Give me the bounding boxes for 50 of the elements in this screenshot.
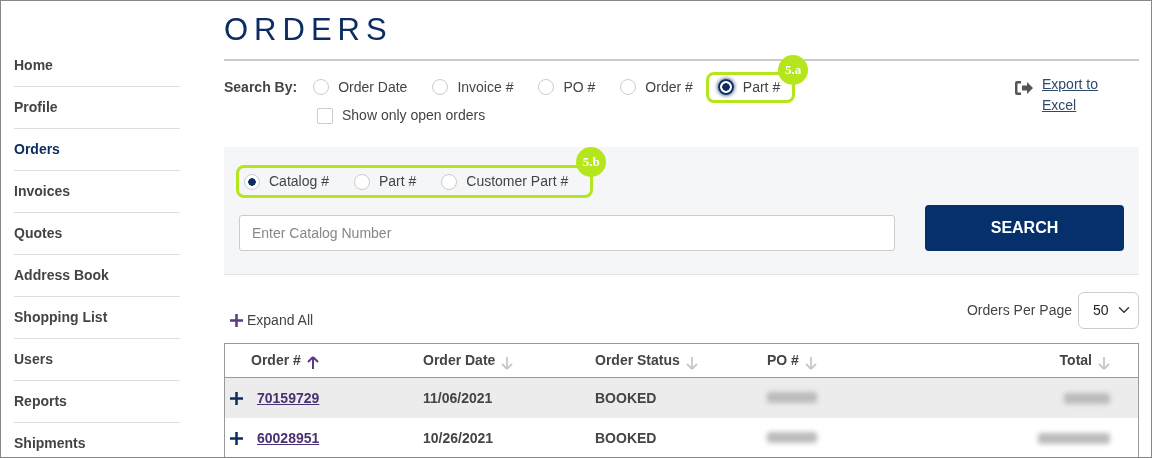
table-cell: 10/26/2021 [423,429,494,446]
sidebar-item[interactable]: Orders [14,139,60,160]
search-field[interactable]: Enter Catalog Number [239,215,895,251]
order-link[interactable]: 70159729 [257,387,320,409]
sort-down-icon[interactable] [685,355,698,370]
sidebar-item[interactable]: Invoices [14,181,71,202]
table-cell: 11/06/2021 [423,389,493,406]
sidebar-item[interactable]: Address Book [14,265,109,286]
column-header[interactable]: PO # [767,350,799,371]
sidebar-item[interactable]: Quotes [14,223,63,244]
checkbox[interactable] [317,107,333,124]
sidebar-item[interactable]: Reports [14,391,67,412]
sort-down-icon[interactable] [804,355,817,370]
table-cell: BOOKED [595,429,657,446]
sort-down-icon[interactable] [1098,355,1110,370]
radio-label[interactable]: PO # [563,76,596,98]
sort-up-icon[interactable] [306,355,319,370]
radio-label[interactable]: Order # [645,76,693,98]
sidebar-item[interactable]: Shopping List [14,307,108,328]
page-title: ORDERS [224,12,393,47]
plus-icon[interactable] [230,431,243,445]
sort-down-icon[interactable] [501,355,514,370]
plus-icon[interactable] [230,391,243,405]
plus-icon[interactable] [230,313,243,327]
radio-label[interactable]: Invoice # [457,76,514,98]
sidebar-item[interactable]: Users [14,349,53,370]
radio-label[interactable]: Part # [378,171,417,192]
sidebar-item[interactable]: Shipments [14,433,86,454]
export-icon[interactable] [1014,80,1034,96]
radio-label[interactable]: Customer Part # [466,171,569,192]
column-header[interactable]: Order Status [595,350,680,371]
radio-label[interactable]: Order Date [338,76,408,98]
search-by-label: Search By: [224,77,298,97]
search-button[interactable]: SEARCH [925,205,1124,251]
column-header[interactable]: Order Date [423,350,496,371]
export-link[interactable]: Export to Excel [1042,74,1124,147]
table-cell: BOOKED [595,389,657,406]
order-link[interactable]: 60028951 [257,427,320,449]
callout-badge: 5.b [576,147,607,177]
per-page-label: Orders Per Page [966,300,1072,320]
column-header[interactable]: Total [1059,350,1092,371]
sidebar-item[interactable]: Home [14,55,53,76]
sidebar-item[interactable]: Profile [14,97,58,118]
per-page-select[interactable]: 50 [1078,291,1139,329]
column-header[interactable]: Order # [251,350,301,371]
expand-all-link[interactable]: Expand All [247,309,314,331]
radio-label[interactable]: Catalog # [269,171,329,192]
radio-button[interactable] [717,79,734,95]
radio-label[interactable]: Part # [742,76,781,98]
checkbox-label[interactable]: Show only open orders [342,105,486,126]
